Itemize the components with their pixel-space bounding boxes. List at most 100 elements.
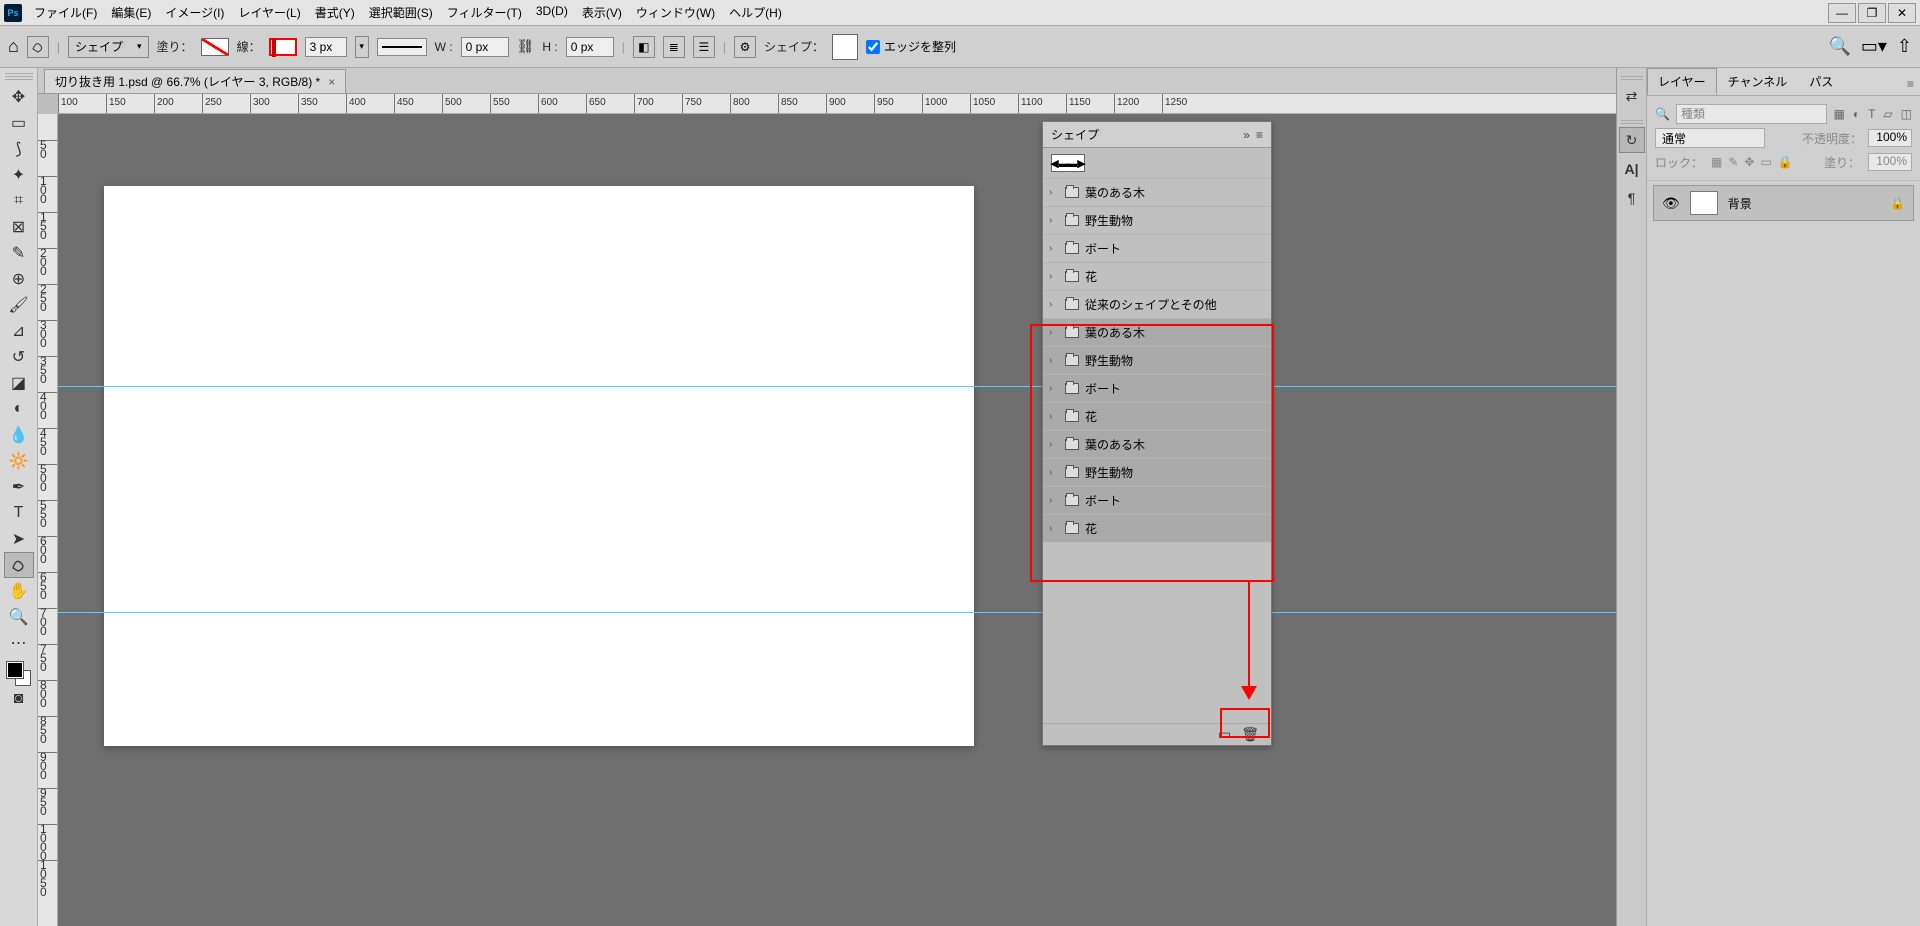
pen-tool[interactable]: ✒	[4, 474, 34, 500]
shape-folder-row[interactable]: ›花	[1043, 514, 1271, 542]
blend-mode-dropdown[interactable]: 通常	[1655, 128, 1765, 148]
history-brush-tool[interactable]: ↺	[4, 344, 34, 370]
type-tool[interactable]: T	[4, 500, 34, 526]
color-swatches[interactable]	[7, 662, 31, 686]
vertical-ruler[interactable]: 0501001502002503003504004505005506006507…	[38, 114, 58, 926]
align-edges-checkbox[interactable]: エッジを整列	[866, 38, 956, 55]
window-close-button[interactable]: ✕	[1888, 3, 1916, 23]
search-icon[interactable]: 🔍	[1828, 36, 1850, 57]
guide-line[interactable]	[58, 612, 1616, 613]
menu-ウィンドウ[interactable]: ウィンドウ(W)	[630, 2, 721, 23]
layer-name[interactable]: 背景	[1728, 195, 1752, 212]
menu-書式[interactable]: 書式(Y)	[309, 2, 361, 23]
shapes-panel-header[interactable]: シェイプ »≡	[1043, 122, 1271, 148]
menu-編集[interactable]: 編集(E)	[105, 2, 157, 23]
shape-folder-row[interactable]: ›ボート	[1043, 374, 1271, 402]
panel-grip[interactable]	[1621, 118, 1643, 124]
lock-transparency-icon[interactable]: ▦	[1711, 155, 1722, 169]
menu-ファイル[interactable]: ファイル(F)	[28, 2, 103, 23]
path-alignment-button[interactable]: ≣	[663, 36, 685, 58]
stroke-width-dropdown[interactable]: ▾	[355, 36, 369, 58]
width-field[interactable]	[461, 37, 509, 57]
dodge-tool[interactable]: 🔆	[4, 448, 34, 474]
edit-toolbar-button[interactable]: ⋯	[4, 630, 34, 656]
path-selection-tool[interactable]: ➤	[4, 526, 34, 552]
guide-line[interactable]	[58, 386, 1616, 387]
menu-ヘルプ[interactable]: ヘルプ(H)	[723, 2, 788, 23]
panel-menu-button[interactable]: ≡	[1901, 73, 1920, 95]
menu-3d[interactable]: 3D(D)	[530, 2, 574, 23]
eraser-tool[interactable]: ◪	[4, 370, 34, 396]
shape-mode-dropdown[interactable]: シェイプ▾	[68, 36, 149, 58]
lock-artboard-icon[interactable]: ▭	[1760, 155, 1771, 169]
visibility-toggle[interactable]: 👁	[1662, 195, 1680, 212]
window-maximize-button[interactable]: ❐	[1858, 3, 1886, 23]
layer-filter-dropdown[interactable]: 種類	[1676, 104, 1828, 124]
fill-swatch[interactable]	[201, 38, 229, 56]
tab-paths[interactable]: パス	[1798, 68, 1844, 95]
shape-folder-row[interactable]: ›花	[1043, 262, 1271, 290]
lasso-tool[interactable]: ⟆	[4, 136, 34, 162]
panel-grip[interactable]	[1621, 74, 1643, 80]
layer-row[interactable]: 👁 背景 🔒	[1653, 185, 1914, 221]
window-minimize-button[interactable]: —	[1828, 3, 1856, 23]
menu-表示[interactable]: 表示(V)	[576, 2, 628, 23]
shape-folder-row[interactable]: ›野生動物	[1043, 206, 1271, 234]
quick-mask-button[interactable]: ◙	[4, 686, 34, 712]
shape-folder-row[interactable]: ›葉のある木	[1043, 430, 1271, 458]
panel-menu-button[interactable]: ≡	[1256, 128, 1263, 142]
gear-button[interactable]: ⚙	[734, 36, 756, 58]
clone-stamp-tool[interactable]: ⊿	[4, 318, 34, 344]
properties-panel-icon[interactable]: ⇄	[1619, 83, 1645, 109]
shape-folder-row[interactable]: ›野生動物	[1043, 458, 1271, 486]
paragraph-panel-icon[interactable]: ¶	[1619, 185, 1645, 211]
move-tool[interactable]: ✥	[4, 84, 34, 110]
collapse-panel-button[interactable]: »	[1243, 128, 1250, 142]
workspace-switcher-button[interactable]: ▭▾	[1861, 36, 1887, 57]
character-panel-icon[interactable]: A|	[1619, 156, 1645, 182]
fill-field[interactable]: 100%	[1868, 153, 1912, 171]
shape-folder-row[interactable]: ›葉のある木	[1043, 178, 1271, 206]
tool-preset-picker[interactable]	[27, 36, 49, 58]
stroke-style-dropdown[interactable]	[377, 38, 427, 56]
shape-folder-row[interactable]: ›ボート	[1043, 486, 1271, 514]
layer-thumbnail[interactable]	[1690, 191, 1718, 215]
height-field[interactable]	[566, 37, 614, 57]
canvas[interactable]	[104, 186, 974, 746]
menu-イメージ[interactable]: イメージ(I)	[159, 2, 230, 23]
horizontal-ruler[interactable]: 1001502002503003504004505005506006507007…	[58, 94, 1616, 114]
menu-レイヤー[interactable]: レイヤー(L)	[232, 2, 306, 23]
shape-folder-row[interactable]: ›花	[1043, 402, 1271, 430]
stroke-swatch[interactable]	[269, 38, 297, 56]
gradient-tool[interactable]: ◐	[4, 396, 34, 422]
shape-thumbnail[interactable]	[832, 34, 858, 60]
layer-filter-icons[interactable]: ▦◐T▱◫	[1833, 107, 1912, 121]
crop-tool[interactable]: ⌗	[4, 188, 34, 214]
frame-tool[interactable]: ⊠	[4, 214, 34, 240]
tab-channels[interactable]: チャンネル	[1717, 68, 1799, 95]
menu-選択範囲[interactable]: 選択範囲(S)	[363, 2, 439, 23]
new-group-button[interactable]: ▭	[1218, 726, 1231, 743]
shape-folder-row[interactable]: ›従来のシェイプとその他	[1043, 290, 1271, 318]
lock-pixels-icon[interactable]: ✎	[1728, 155, 1738, 169]
brush-tool[interactable]: 🖌	[4, 292, 34, 318]
canvas-viewport[interactable]: シェイプ »≡ ◀▬▬▶ ›葉のある木›野生動物›ボート›花›従来のシェイプとそ…	[58, 114, 1616, 926]
healing-brush-tool[interactable]: ⊕	[4, 266, 34, 292]
tab-layers[interactable]: レイヤー	[1647, 68, 1717, 95]
eyedropper-tool[interactable]: ✎	[4, 240, 34, 266]
hand-tool[interactable]: ✋	[4, 578, 34, 604]
shape-folder-row[interactable]: ›野生動物	[1043, 346, 1271, 374]
zoom-tool[interactable]: 🔍	[4, 604, 34, 630]
opacity-field[interactable]: 100%	[1868, 129, 1912, 147]
custom-shape-tool[interactable]	[4, 552, 34, 578]
blur-tool[interactable]: 💧	[4, 422, 34, 448]
lock-all-icon[interactable]: 🔒	[1778, 155, 1793, 169]
path-arrangement-button[interactable]: ☰	[693, 36, 715, 58]
close-tab-button[interactable]: ×	[328, 75, 335, 89]
marquee-tool[interactable]: ▭	[4, 110, 34, 136]
panel-grip[interactable]	[5, 72, 33, 80]
shape-folder-row[interactable]: ›葉のある木	[1043, 318, 1271, 346]
home-button[interactable]: ⌂	[8, 36, 19, 57]
path-operations-button[interactable]: ◧	[633, 36, 655, 58]
delete-button[interactable]: 🗑	[1241, 726, 1259, 743]
